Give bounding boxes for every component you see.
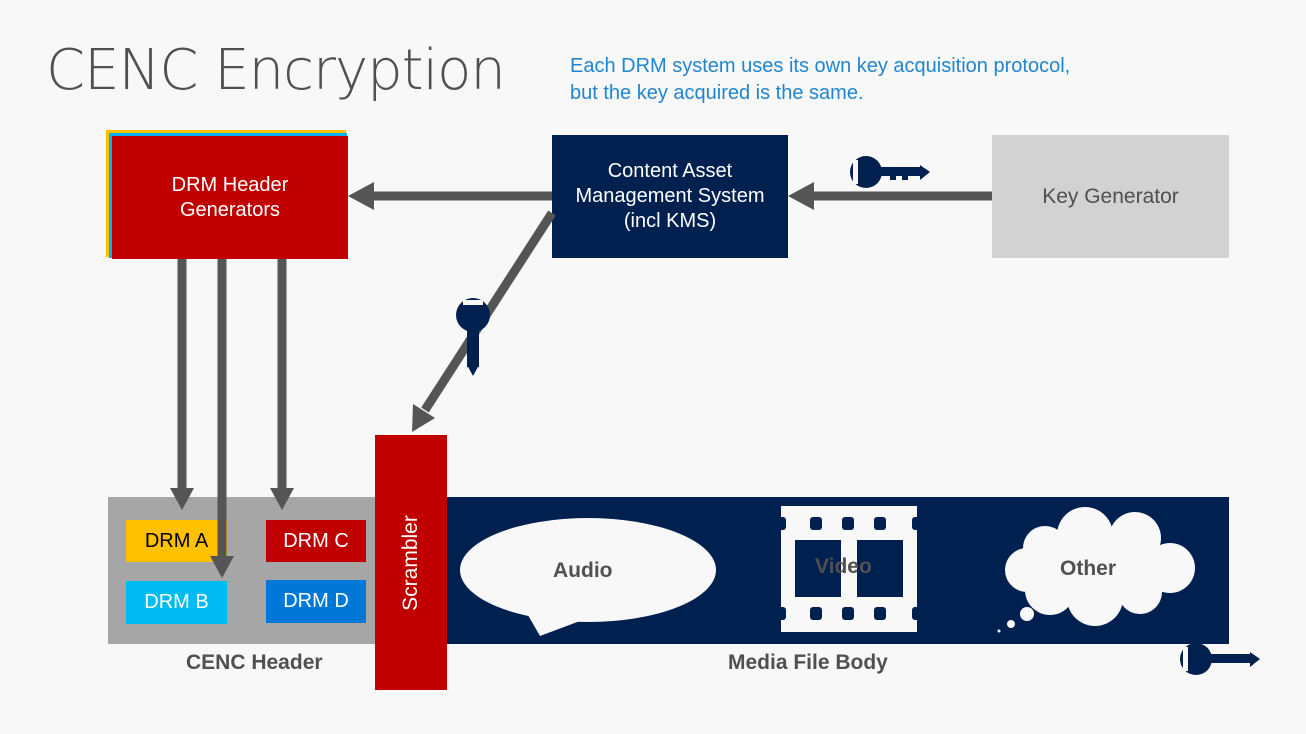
video-label: Video [815,555,872,578]
key-icon [1180,643,1260,675]
audio-label: Audio [553,559,613,582]
scrambler-bar: Scrambler [375,435,447,690]
arrow-head-icon [210,556,234,578]
diagram-graphics [170,156,1260,675]
key-icon [456,298,490,376]
cenc-header-label: CENC Header [186,651,323,674]
arrow-head-icon [270,488,294,510]
scrambler-label: Scrambler [399,514,422,611]
arrow-head-icon [788,182,814,210]
media-file-body-label: Media File Body [728,651,888,674]
arrow-head-icon [170,488,194,510]
arrow-head-icon [348,182,374,210]
other-label: Other [1060,557,1117,580]
key-icon [850,156,930,188]
